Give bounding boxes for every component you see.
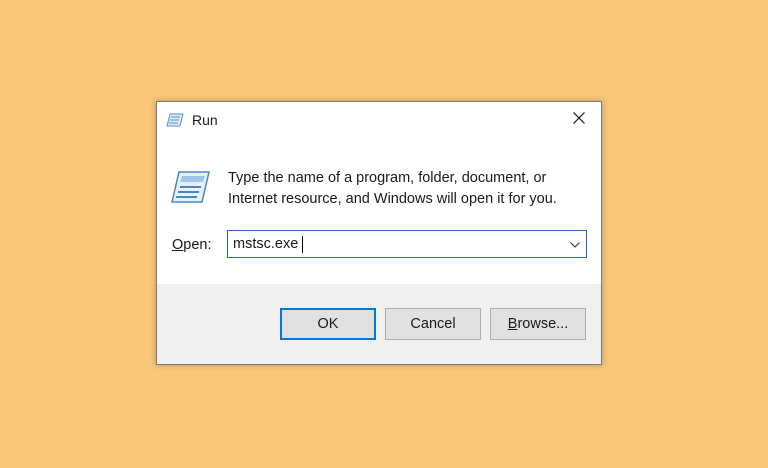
window-title: Run [192, 112, 218, 128]
button-bar: OK Cancel Browse... [157, 284, 601, 364]
open-combobox[interactable] [227, 230, 587, 258]
ok-button[interactable]: OK [280, 308, 376, 340]
run-dialog: Run Type the name of a program, folder, … [156, 101, 602, 365]
cancel-button-label: Cancel [410, 316, 456, 332]
open-label-accelerator: O [172, 237, 184, 253]
text-caret [302, 236, 303, 253]
run-icon [166, 113, 184, 127]
close-icon [573, 111, 585, 129]
open-label-text: pen: [183, 237, 212, 253]
browse-button-label: rowse... [517, 316, 569, 332]
browse-button-accelerator: B [507, 316, 518, 332]
cancel-button[interactable]: Cancel [385, 308, 481, 340]
run-icon [169, 170, 211, 204]
chevron-down-icon [570, 235, 580, 253]
title-bar: Run [157, 102, 601, 138]
browse-button[interactable]: Browse... [490, 308, 586, 340]
open-label: Open: [172, 237, 212, 253]
dialog-description: Type the name of a program, folder, docu… [228, 170, 557, 207]
command-input[interactable] [228, 231, 558, 257]
close-button[interactable] [557, 102, 601, 138]
dropdown-button[interactable] [564, 231, 586, 257]
ok-button-label: OK [317, 316, 339, 332]
